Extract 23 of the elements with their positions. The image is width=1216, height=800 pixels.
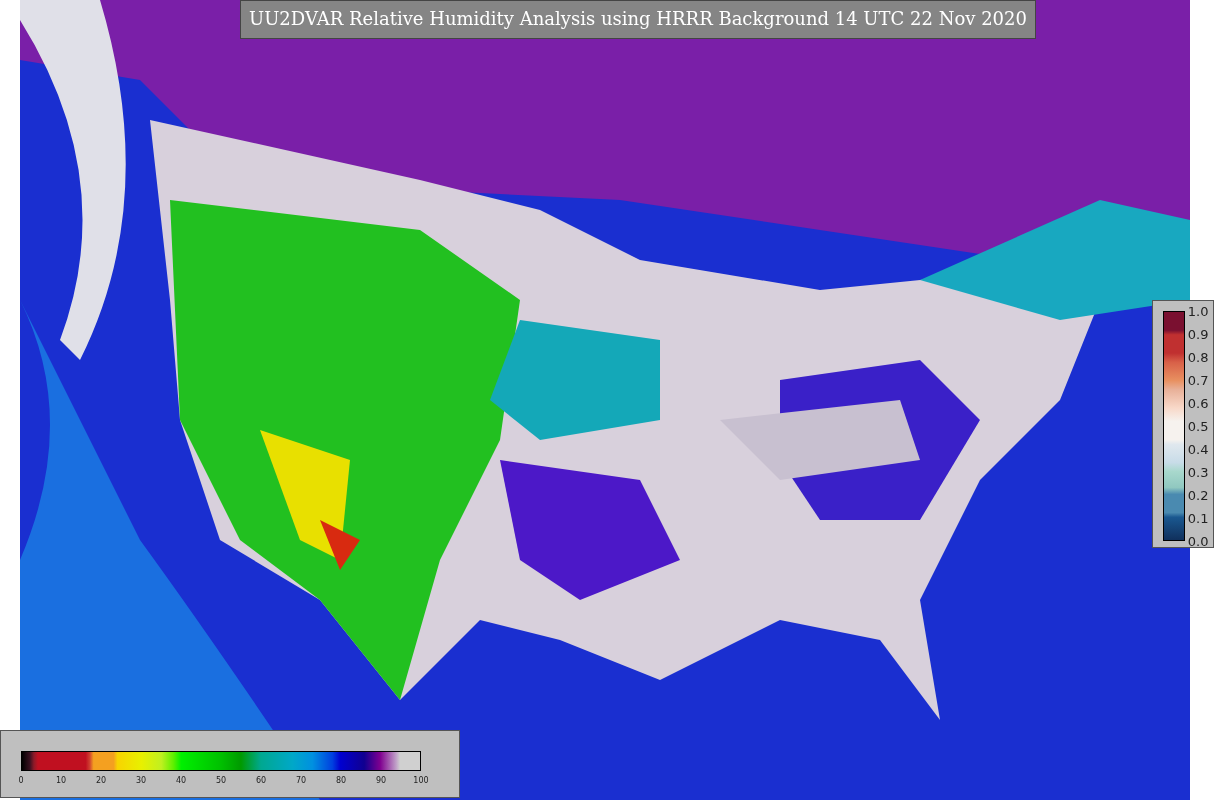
tick-label: 0.1 — [1187, 510, 1209, 526]
tick-label: 20 — [95, 775, 107, 785]
tick-label: 70 — [295, 775, 307, 785]
tick-label: 0.6 — [1187, 395, 1209, 411]
tick-label: 40 — [175, 775, 187, 785]
tick-label: 50 — [215, 775, 227, 785]
map-title: UU2DVAR Relative Humidity Analysis using HRRR Background 14 UTC 22 Nov 2020 — [240, 0, 1036, 39]
tick-label: 0 — [18, 775, 24, 785]
tick-label: 60 — [255, 775, 267, 785]
tick-label: 0.2 — [1187, 487, 1209, 503]
tick-label: 0.5 — [1187, 418, 1209, 434]
tick-label: 0.9 — [1187, 326, 1209, 342]
tick-label: 90 — [375, 775, 387, 785]
tick-label: 0.8 — [1187, 349, 1209, 365]
tick-label: 0.7 — [1187, 372, 1209, 388]
tick-label: 100 — [413, 775, 429, 785]
tick-label: 80 — [335, 775, 347, 785]
tick-label: 0.4 — [1187, 441, 1209, 457]
tick-label: 0.0 — [1187, 533, 1209, 549]
tick-label: 1.0 — [1187, 303, 1209, 319]
tick-label: 30 — [135, 775, 147, 785]
tick-label: 0.3 — [1187, 464, 1209, 480]
tick-label: 10 — [55, 775, 67, 785]
